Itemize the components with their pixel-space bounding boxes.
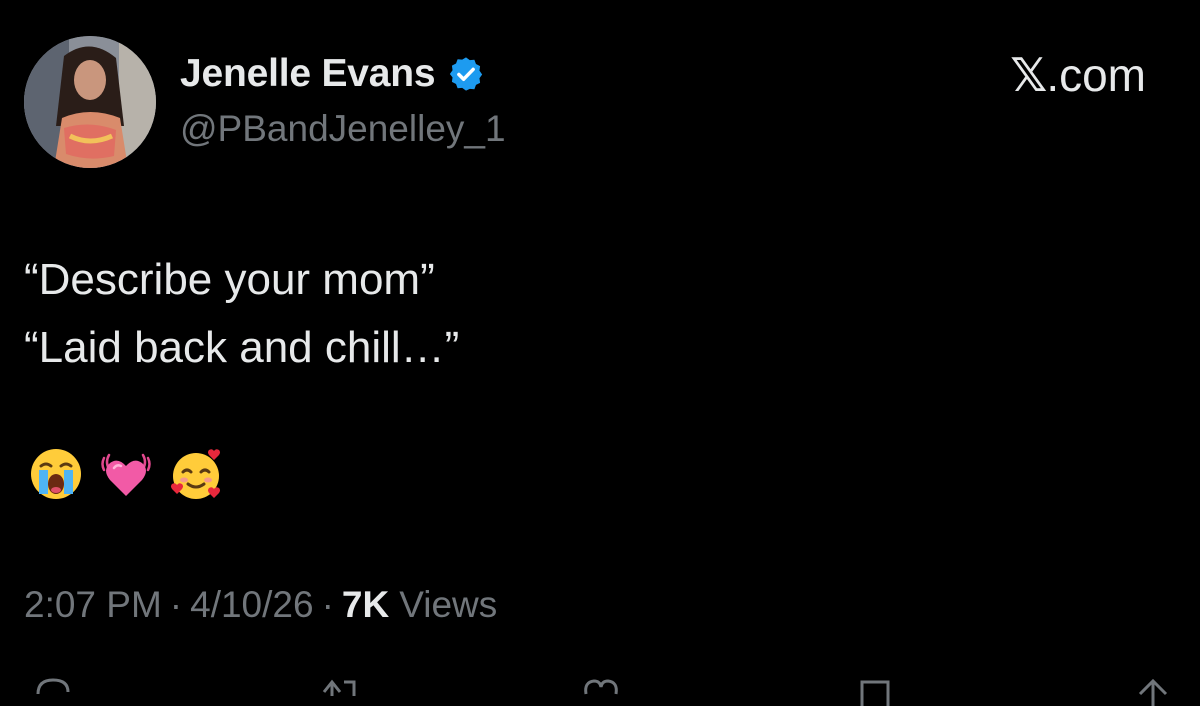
retweet-icon[interactable]: [318, 676, 364, 706]
share-icon[interactable]: [1130, 676, 1176, 706]
tweet-meta: 2:07 PM · 4/10/26 · 7K Views: [24, 584, 497, 626]
like-icon[interactable]: [578, 676, 624, 706]
tweet-line: “Describe your mom”: [24, 255, 435, 304]
brand-label: .com: [1046, 49, 1146, 101]
brand-mark: 𝕏 .com: [1010, 48, 1146, 102]
tweet-text: “Describe your mom” “Laid back and chill…: [24, 246, 459, 382]
tweet-date[interactable]: 4/10/26: [190, 584, 313, 626]
meta-separator: ·: [321, 584, 334, 625]
author-handle[interactable]: @PBandJenelley_1: [180, 108, 506, 150]
bookmark-icon[interactable]: [852, 676, 898, 706]
action-bar: [0, 676, 1200, 706]
smiling-face-with-hearts-icon: [168, 446, 224, 502]
author-name-row: Jenelle Evans: [180, 50, 485, 98]
loudly-crying-face-icon: [28, 446, 84, 502]
reply-icon[interactable]: [30, 676, 76, 706]
views-count: 7K: [341, 584, 390, 625]
display-name[interactable]: Jenelle Evans: [180, 52, 436, 96]
x-logo-icon: 𝕏: [1010, 48, 1047, 102]
meta-separator: ·: [169, 584, 183, 625]
verified-badge-icon: [447, 55, 485, 93]
emoji-row: [28, 446, 224, 502]
beating-heart-icon: [98, 446, 154, 502]
tweet-line: “Laid back and chill…”: [24, 323, 460, 372]
tweet-time[interactable]: 2:07 PM: [24, 584, 162, 626]
views-label: Views: [399, 584, 498, 625]
avatar-image: [24, 36, 156, 168]
avatar[interactable]: [24, 36, 156, 168]
